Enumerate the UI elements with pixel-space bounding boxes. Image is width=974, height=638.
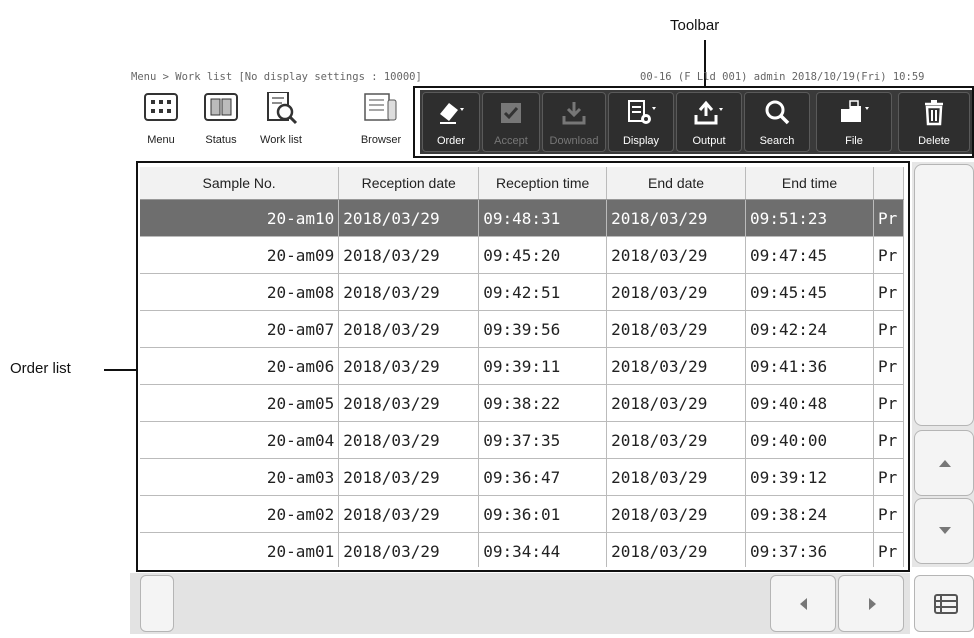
horizontal-scrollbar-thumb[interactable] <box>140 575 174 632</box>
toolbar-callout-label: Toolbar <box>670 17 720 34</box>
triangle-up-icon <box>939 460 951 467</box>
table-layout-button[interactable] <box>914 575 974 632</box>
status-button[interactable]: Status <box>192 88 250 152</box>
order-list-highlight-box <box>136 161 910 572</box>
system-status: 00-16 (F Lld 001) admin 2018/10/19(Fri) … <box>640 71 925 83</box>
scroll-right-button[interactable] <box>838 575 904 632</box>
vertical-scrollbar-thumb[interactable] <box>914 164 974 426</box>
order-list-callout-label: Order list <box>10 360 71 377</box>
triangle-down-icon <box>939 527 951 534</box>
browser-icon <box>364 92 398 124</box>
triangle-left-icon <box>800 598 807 610</box>
scroll-left-button[interactable] <box>770 575 836 632</box>
order-list-callout-line <box>104 369 138 371</box>
table-layout-icon <box>934 594 958 614</box>
browser-button-label: Browser <box>360 134 402 146</box>
breadcrumb: Menu > Work list [No display settings : … <box>131 71 422 83</box>
scroll-down-button[interactable] <box>914 498 974 564</box>
work-list-button-label: Work list <box>260 134 302 146</box>
work-list-icon <box>264 91 298 125</box>
status-icon <box>204 92 238 124</box>
toolbar-highlight-box <box>413 86 974 158</box>
scroll-up-button[interactable] <box>914 430 974 496</box>
triangle-right-icon <box>869 598 876 610</box>
browser-button[interactable]: Browser <box>352 88 410 152</box>
status-button-label: Status <box>205 134 237 146</box>
menu-grid-icon <box>144 92 178 124</box>
work-list-button[interactable]: Work list <box>252 88 310 152</box>
menu-button-label: Menu <box>147 134 175 146</box>
menu-button[interactable]: Menu <box>132 88 190 152</box>
